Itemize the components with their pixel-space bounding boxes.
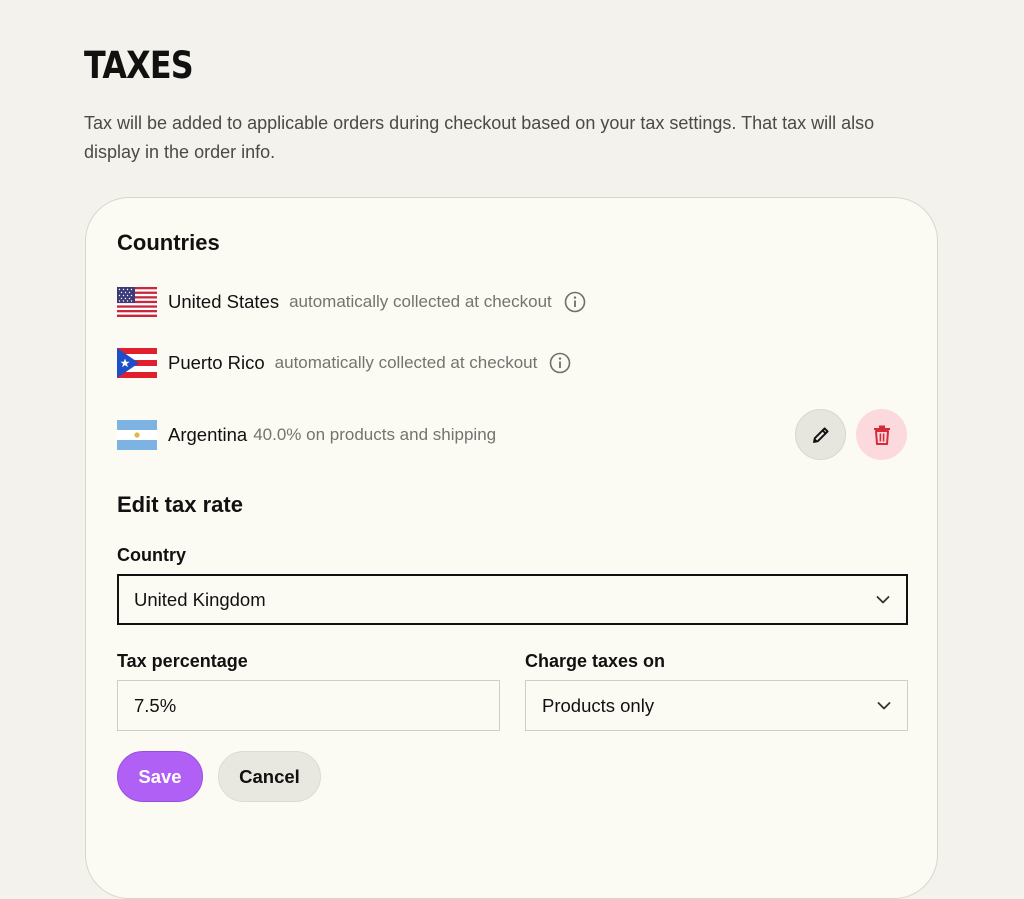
argentina-flag-icon bbox=[117, 420, 157, 450]
country-row-argentina: Argentina 40.0% on products and shipping bbox=[117, 418, 496, 452]
trash-icon bbox=[873, 425, 890, 445]
country-row-puerto-rico: Puerto Rico automatically collected at c… bbox=[117, 346, 571, 380]
country-select[interactable]: United Kingdom bbox=[117, 574, 908, 625]
edit-country-button[interactable] bbox=[795, 409, 846, 460]
charge-taxes-select[interactable]: Products only bbox=[525, 680, 908, 731]
country-row-united-states: United States automatically collected at… bbox=[117, 285, 586, 319]
pencil-icon bbox=[812, 426, 829, 443]
page-title: TAXES bbox=[84, 44, 194, 87]
tax-percentage-input[interactable]: 7.5% bbox=[117, 680, 500, 731]
tax-percentage-label: Tax percentage bbox=[117, 651, 248, 671]
country-name: Argentina bbox=[168, 424, 248, 445]
puerto-rico-flag-icon bbox=[117, 348, 157, 378]
country-note: automatically collected at checkout bbox=[274, 353, 538, 372]
country-name: Puerto Rico bbox=[168, 352, 265, 373]
page-description: Tax will be added to applicable orders d… bbox=[84, 113, 875, 162]
country-name: United States bbox=[168, 291, 280, 312]
charge-taxes-label: Charge taxes on bbox=[525, 651, 666, 671]
save-button[interactable]: Save bbox=[117, 751, 203, 802]
country-field-label: Country bbox=[117, 545, 186, 565]
delete-country-button[interactable] bbox=[856, 409, 907, 460]
countries-heading: Countries bbox=[117, 230, 220, 255]
info-icon[interactable] bbox=[549, 352, 571, 374]
taxes-card: Countries United States automatically co… bbox=[85, 197, 938, 899]
tax-percentage-value: 7.5% bbox=[134, 694, 177, 716]
charge-taxes-value: Products only bbox=[542, 694, 655, 716]
chevron-down-icon bbox=[877, 701, 891, 709]
chevron-down-icon bbox=[876, 595, 890, 603]
country-note: 40.0% on products and shipping bbox=[253, 425, 497, 444]
cancel-button[interactable]: Cancel bbox=[218, 751, 321, 802]
us-flag-icon bbox=[117, 287, 157, 317]
country-select-value: United Kingdom bbox=[134, 588, 266, 610]
country-note: automatically collected at checkout bbox=[289, 292, 552, 311]
edit-tax-rate-heading: Edit tax rate bbox=[117, 492, 243, 517]
info-icon[interactable] bbox=[564, 291, 586, 313]
